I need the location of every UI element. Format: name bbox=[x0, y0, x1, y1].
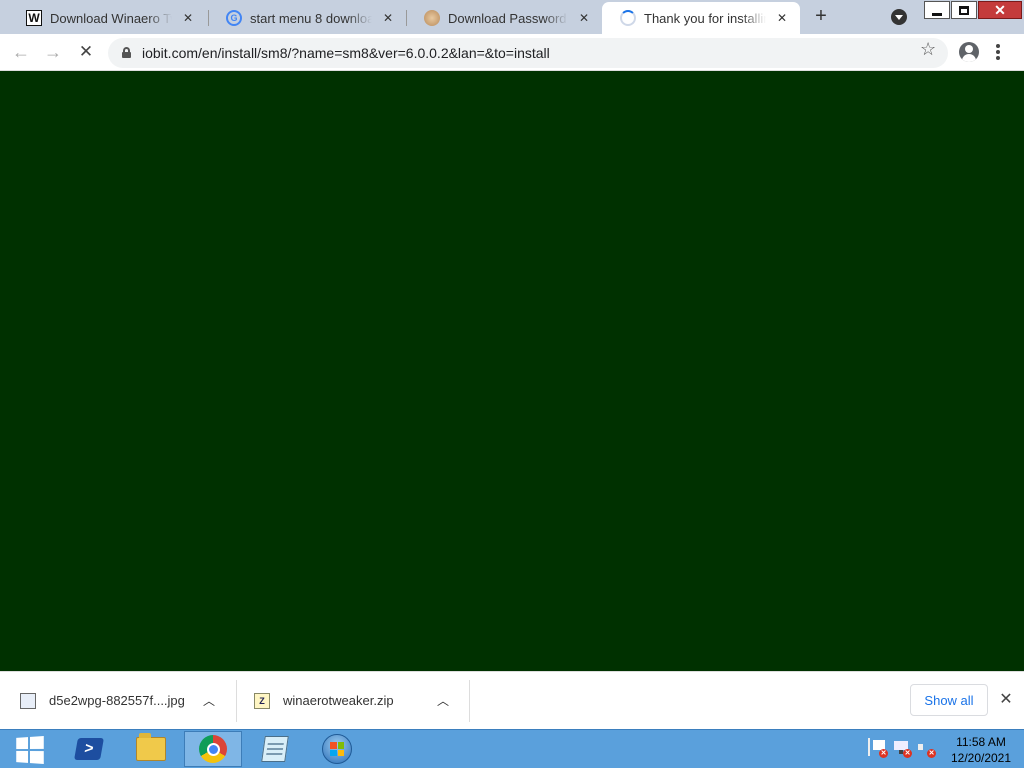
back-arrow-icon[interactable]: ← bbox=[9, 41, 33, 65]
bookmark-star-icon[interactable]: ☆ bbox=[920, 40, 936, 58]
clock[interactable]: 11:58 AM 12/20/2021 bbox=[946, 734, 1016, 766]
forward-arrow-icon[interactable]: → bbox=[41, 41, 65, 65]
image-file-icon bbox=[20, 692, 36, 709]
tab-title: start menu 8 download - Google Search bbox=[250, 10, 372, 26]
chevron-up-icon[interactable]: ︿ bbox=[433, 692, 453, 709]
close-downloads-icon[interactable]: ✕ bbox=[998, 689, 1014, 709]
network-icon[interactable]: ✕ bbox=[892, 738, 912, 758]
tab-password-cracker[interactable]: Download Password Cracker ✕ bbox=[406, 2, 602, 34]
tab-google-search[interactable]: G start menu 8 download - Google Search … bbox=[208, 2, 406, 34]
windows-taskbar: > ✕ ✕ ✕ 11:58 AM 12/20/2021 bbox=[0, 729, 1024, 768]
clock-time: 11:58 AM bbox=[956, 735, 1006, 749]
tab-close-icon[interactable]: ✕ bbox=[774, 11, 790, 25]
action-center-flag-icon[interactable]: ✕ bbox=[868, 738, 888, 758]
powershell-icon[interactable]: > bbox=[60, 731, 118, 767]
file-explorer-icon[interactable] bbox=[122, 731, 180, 767]
tab-winaero[interactable]: W Download Winaero Tweaker ✕ bbox=[8, 2, 206, 34]
page-content bbox=[0, 71, 1024, 671]
chevron-up-icon[interactable]: ︿ bbox=[199, 692, 219, 709]
tab-title: Download Winaero Tweaker bbox=[50, 10, 172, 26]
winaero-w-icon: W bbox=[26, 10, 42, 26]
loading-spinner-icon bbox=[620, 10, 636, 26]
tab-close-icon[interactable]: ✕ bbox=[380, 11, 396, 25]
maximize-icon[interactable] bbox=[951, 1, 977, 19]
minimize-icon[interactable] bbox=[924, 1, 950, 19]
browser-toolbar: ← → ✕ iobit.com/en/install/sm8/?name=sm8… bbox=[0, 34, 1024, 71]
tab-thank-you[interactable]: Thank you for installing Start Menu 8 ✕ bbox=[602, 2, 800, 34]
google-g-icon: G bbox=[226, 10, 242, 26]
tab-title: Thank you for installing Start Menu 8 bbox=[644, 10, 766, 26]
zip-file-icon: Z bbox=[254, 692, 270, 709]
address-bar[interactable]: iobit.com/en/install/sm8/?name=sm8&ver=6… bbox=[108, 38, 948, 68]
site-icon bbox=[424, 10, 440, 26]
download-item[interactable]: d5e2wpg-882557f....jpg ︿ bbox=[0, 672, 236, 729]
download-filename: winaerotweaker.zip bbox=[283, 693, 394, 708]
download-filename: d5e2wpg-882557f....jpg bbox=[49, 693, 185, 708]
tab-close-icon[interactable]: ✕ bbox=[180, 11, 196, 25]
download-item[interactable]: Z winaerotweaker.zip ︿ bbox=[234, 672, 470, 729]
tab-close-icon[interactable]: ✕ bbox=[576, 11, 592, 25]
windows-start-icon[interactable] bbox=[6, 734, 52, 766]
url-text[interactable]: iobit.com/en/install/sm8/?name=sm8&ver=6… bbox=[142, 45, 550, 61]
lock-icon[interactable] bbox=[122, 47, 131, 58]
tab-search-icon[interactable] bbox=[891, 9, 907, 25]
notepad-icon[interactable] bbox=[246, 731, 304, 767]
kebab-menu-icon[interactable] bbox=[996, 44, 1000, 60]
system-tray: ✕ ✕ ✕ bbox=[868, 738, 936, 758]
show-all-button[interactable]: Show all bbox=[910, 684, 988, 716]
clock-date: 12/20/2021 bbox=[950, 751, 1012, 765]
profile-avatar-icon[interactable] bbox=[959, 42, 979, 62]
new-tab-icon[interactable]: + bbox=[810, 6, 832, 28]
downloads-bar: d5e2wpg-882557f....jpg ︿ Z winaerotweake… bbox=[0, 671, 1024, 729]
tab-title: Download Password Cracker bbox=[448, 10, 568, 26]
tab-strip: W Download Winaero Tweaker ✕ G start men… bbox=[0, 0, 1024, 34]
media-player-icon[interactable] bbox=[308, 731, 366, 767]
stop-loading-icon[interactable]: ✕ bbox=[74, 41, 98, 65]
chrome-icon[interactable] bbox=[184, 731, 242, 767]
close-window-icon[interactable]: ✕ bbox=[978, 1, 1022, 19]
volume-muted-icon[interactable]: ✕ bbox=[916, 738, 936, 758]
